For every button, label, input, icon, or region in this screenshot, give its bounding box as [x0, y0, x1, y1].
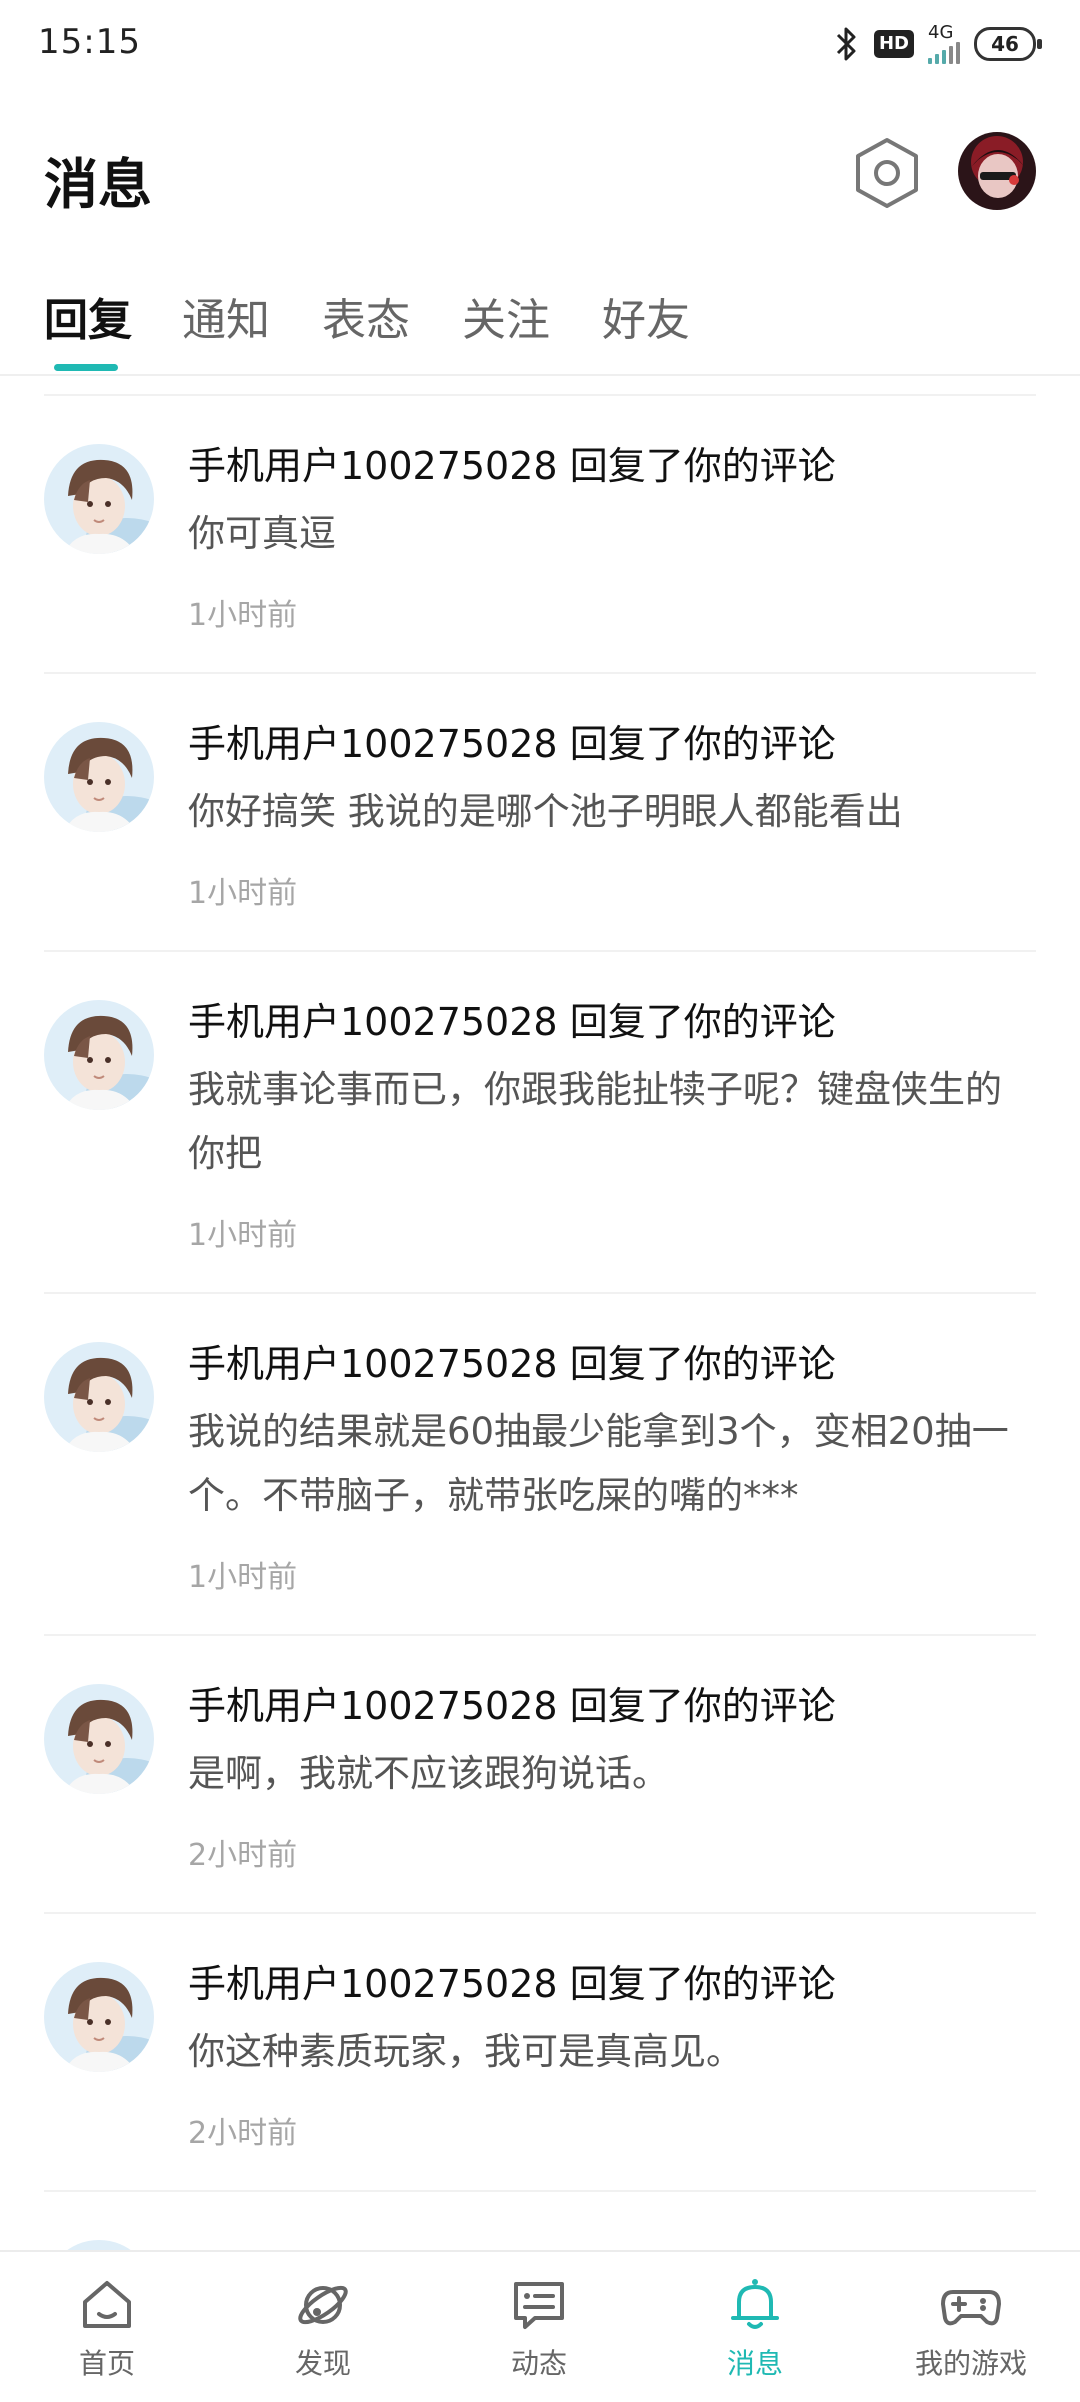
page-header: 消息: [0, 120, 1080, 230]
reply-content: 你可真逗: [188, 512, 336, 555]
feed-icon: [514, 2282, 564, 2329]
tab-reaction[interactable]: 表态: [322, 284, 410, 348]
action-text: 回复了你的评论: [569, 1000, 836, 1044]
sender-avatar[interactable]: [44, 1342, 154, 1452]
action-text: 回复了你的评论: [569, 444, 836, 488]
action-text: 回复了你的评论: [569, 1962, 836, 2006]
nav-messages-label: 消息: [726, 2347, 783, 2380]
sender-name[interactable]: 手机用户100275028: [188, 1684, 558, 1728]
timestamp: 1小时前: [188, 598, 298, 633]
tab-follow[interactable]: 关注: [462, 284, 550, 348]
nav-messages[interactable]: 消息: [680, 2274, 830, 2382]
reply-content: 我就事论事而已，你跟我能扯犊子呢？键盘侠生的你把: [188, 1068, 1002, 1175]
tab-notify[interactable]: 通知: [182, 284, 270, 348]
action-text: 回复了你的评论: [569, 722, 836, 766]
list-item[interactable]: 手机用户100275028 回复了你的评论 我说的结果就是60抽最少能拿到3个，…: [0, 1294, 1080, 1634]
bluetooth-icon: [836, 27, 856, 61]
nav-feed[interactable]: 动态: [464, 2274, 614, 2382]
settings-button[interactable]: [852, 136, 922, 210]
timestamp: 1小时前: [188, 876, 298, 911]
sender-name[interactable]: 手机用户100275028: [188, 722, 558, 766]
timestamp: 1小时前: [188, 1560, 298, 1595]
timestamp: 2小时前: [188, 1838, 298, 1873]
hd-icon: HD: [873, 30, 914, 58]
sender-name[interactable]: 手机用户100275028: [188, 1962, 558, 2006]
list-item[interactable]: [0, 2192, 1080, 2250]
reply-content: 是啊，我就不应该跟狗说话。: [188, 1752, 669, 1795]
sender-avatar[interactable]: [44, 1000, 154, 1110]
list-item[interactable]: 手机用户100275028 回复了你的评论 我就事论事而已，你跟我能扯犊子呢？键…: [0, 952, 1080, 1292]
list-item[interactable]: 手机用户100275028 回复了你的评论 你可真逗 1小时前: [0, 396, 1080, 672]
nav-discover-label: 发现: [294, 2347, 351, 2380]
list-item[interactable]: 手机用户100275028 回复了你的评论 你好搞笑 我说的是哪个池子明眼人都能…: [0, 674, 1080, 950]
message-tabs: 回复 通知 表态 关注 好友: [0, 270, 1080, 376]
timestamp: 1小时前: [188, 1218, 298, 1253]
nav-my-games[interactable]: 我的游戏: [896, 2274, 1046, 2382]
nav-feed-label: 动态: [510, 2347, 567, 2380]
tab-friends[interactable]: 好友: [602, 284, 690, 348]
sender-name[interactable]: 手机用户100275028: [188, 1342, 558, 1386]
bottom-nav: 首页 发现 动态 消息 我的游戏: [0, 2250, 1080, 2402]
battery-level: 46: [991, 32, 1019, 56]
nav-home-label: 首页: [78, 2347, 135, 2380]
page-title: 消息: [44, 153, 152, 216]
nav-home[interactable]: 首页: [32, 2274, 182, 2382]
tab-active-indicator: [54, 364, 118, 371]
planet-icon: [298, 2285, 348, 2325]
battery-icon: 46: [974, 27, 1042, 61]
network-type: 4G: [928, 22, 954, 43]
sender-avatar[interactable]: [44, 444, 154, 554]
settings-icon: [856, 138, 918, 208]
action-text: 回复了你的评论: [569, 1684, 836, 1728]
sender-avatar[interactable]: [44, 2240, 154, 2250]
bell-icon: [731, 2279, 779, 2329]
reply-content: 我说的结果就是60抽最少能拿到3个，变相20抽一个。不带脑子，就带张吃屎的嘴的*…: [188, 1410, 1009, 1517]
action-text: 回复了你的评论: [569, 1342, 836, 1386]
sender-avatar[interactable]: [44, 1962, 154, 2072]
list-item[interactable]: 手机用户100275028 回复了你的评论 你这种素质玩家，我可是真高见。 2小…: [0, 1914, 1080, 2190]
sender-name[interactable]: 手机用户100275028: [188, 444, 558, 488]
gamepad-icon: [941, 2290, 1001, 2326]
sender-avatar[interactable]: [44, 1684, 154, 1794]
tab-reply[interactable]: 回复: [44, 284, 132, 348]
signal-icon: 4G: [928, 24, 960, 64]
status-icons: HD 4G 46: [834, 22, 1042, 66]
sender-avatar[interactable]: [44, 722, 154, 832]
sender-name[interactable]: 手机用户100275028: [188, 1000, 558, 1044]
user-avatar[interactable]: [958, 132, 1036, 210]
message-list[interactable]: 手机用户100275028 回复了你的评论 你可真逗 1小时前 手机用户1002…: [0, 394, 1080, 2250]
reply-content: 你好搞笑 我说的是哪个池子明眼人都能看出: [188, 790, 903, 833]
home-icon: [83, 2281, 131, 2328]
status-bar: 15:15 HD 4G 46: [0, 0, 1080, 90]
status-time: 15:15: [38, 22, 141, 62]
nav-my-games-label: 我的游戏: [914, 2347, 1027, 2380]
reply-content: 你这种素质玩家，我可是真高见。: [188, 2030, 743, 2073]
list-item[interactable]: 手机用户100275028 回复了你的评论 是啊，我就不应该跟狗说话。 2小时前: [0, 1636, 1080, 1912]
nav-discover[interactable]: 发现: [248, 2274, 398, 2382]
timestamp: 2小时前: [188, 2116, 298, 2151]
